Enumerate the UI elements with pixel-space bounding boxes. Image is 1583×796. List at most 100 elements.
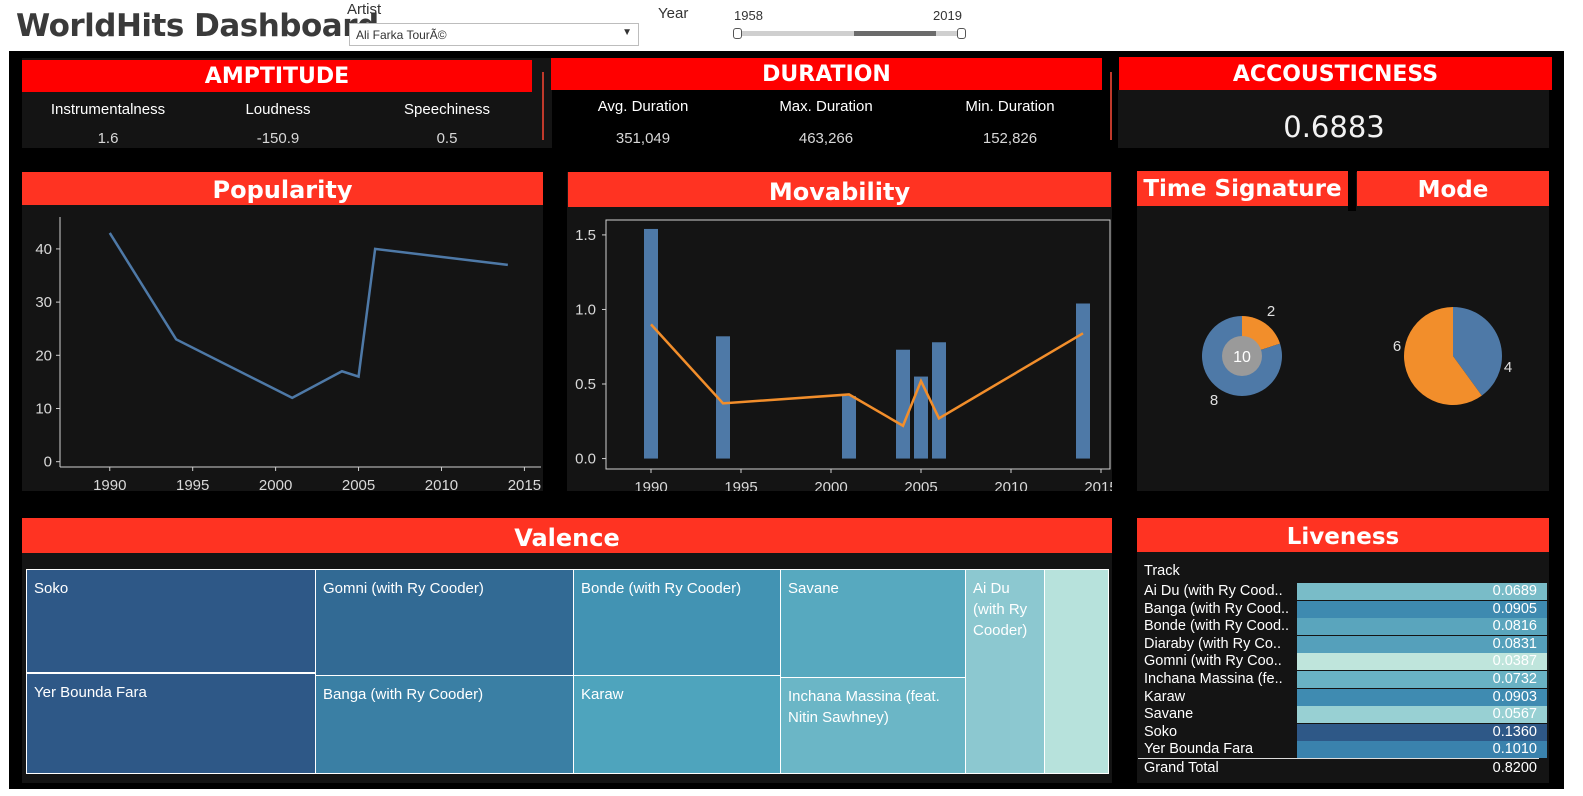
speechiness-label: Speechiness [404,101,490,118]
loudness-label: Loudness [245,101,311,118]
y-tick-label: 1.5 [575,227,596,244]
liveness-row[interactable]: Savane 0.0567 [1140,706,1548,724]
liveness-row[interactable]: Karaw 0.0903 [1140,688,1548,706]
liveness-track-name: Karaw [1144,688,1186,705]
x-tick-label: 2015 [1084,479,1112,491]
y-tick-label: 30 [35,294,52,311]
liveness-value-cell: 0.1010 [1297,741,1547,759]
y-tick-label: 1.0 [575,301,596,318]
duration-divider [1110,72,1112,140]
movability-bar [842,395,856,459]
treemap-cell[interactable]: Savane [780,569,966,678]
liveness-row[interactable]: Bonde (with Ry Cood.. 0.0816 [1140,618,1548,636]
x-tick-label: 1990 [93,477,126,491]
year-slider-min-handle[interactable] [733,28,742,39]
movability-trend-line [650,323,1084,428]
time-signature-slice-label: 8 [1210,392,1218,409]
treemap-cell[interactable]: Soko [26,569,316,673]
liveness-row[interactable]: Ai Du (with Ry Cood.. 0.0689 [1140,583,1548,600]
popularity-line-chart: 0 10 20 30 40 1990 1995 2000 2005 2010 2015 [35,217,541,491]
amptitude-banner: AMPTITUDE [22,60,532,92]
artist-filter-label: Artist [347,1,382,18]
liveness-value-cell: 0.0816 [1297,618,1547,636]
avg-duration-label: Avg. Duration [597,98,689,115]
year-max-label: 2019 [933,8,962,23]
liveness-track-name: Bonde (with Ry Cood.. [1144,618,1290,635]
grand-total-value: 0.8200 [1492,760,1537,776]
liveness-value-cell: 0.0567 [1297,706,1547,724]
treemap-cell[interactable]: Ai Du (with Ry Cooder) [965,569,1045,774]
liveness-value-cell: 0.0387 [1297,653,1547,671]
plot-frame [605,219,1111,470]
liveness-column-header: Track [1144,563,1180,579]
mode-banner: Mode [1357,171,1549,206]
y-tick-label: 20 [35,347,52,364]
treemap-cell[interactable]: Banga (with Ry Cooder) [315,675,574,774]
instrumentalness-value: 1.6 [97,130,119,147]
y-tick-label: 0.0 [575,451,596,468]
chevron-down-icon[interactable]: ▼ [622,27,632,38]
grand-total-divider [1138,758,1539,759]
y-tick-label: 0.5 [575,376,596,393]
liveness-value-cell: 0.0905 [1297,600,1547,618]
liveness-row[interactable]: Banga (with Ry Cood.. 0.0905 [1140,600,1548,618]
movability-bar [644,228,658,459]
liveness-banner: Liveness [1137,518,1549,552]
treemap-cell[interactable]: Inchana Massina (feat. Nitin Sawhney) [780,677,966,774]
treemap-cell[interactable]: Bonde (with Ry Cooder) [573,569,781,676]
loudness-value: -150.9 [256,130,300,147]
x-tick-label: 2000 [814,479,847,491]
min-duration-label: Min. Duration [965,98,1055,115]
time-signature-center-label: 10 [1233,349,1251,366]
year-slider-max-handle[interactable] [957,28,966,39]
treemap-cell[interactable] [1044,569,1109,774]
treemap-cell[interactable]: Karaw [573,675,781,774]
movability-bar [896,349,910,459]
grand-total-row: Grand Total 0.8200 [1140,760,1548,777]
acousticness-banner: ACCOUSTICNESS [1119,57,1552,90]
liveness-row[interactable]: Soko 0.1360 [1140,723,1548,741]
movability-bar [932,342,946,459]
duration-banner: DURATION [551,58,1102,90]
x-tick-label: 2010 [994,479,1027,491]
year-min-label: 1958 [734,8,763,23]
time-mode-pie-charts: 10 2 8 4 6 [1202,303,1512,409]
x-tick-label: 1995 [176,477,209,491]
grand-total-label: Grand Total [1144,760,1219,776]
time-signature-slice-label: 2 [1267,303,1275,320]
liveness-row[interactable]: Yer Bounda Fara 0.1010 [1140,741,1548,759]
x-tick-label: 2005 [342,477,375,491]
max-duration-label: Max. Duration [779,98,873,115]
popularity-series-line [108,232,508,400]
movability-combo-chart: 0.0 0.5 1.0 1.5 1990 1995 2000 2005 2010 2015 [575,219,1112,491]
liveness-track-name: Gomni (with Ry Coo.. [1144,653,1282,670]
artist-dropdown-value: Ali Farka TourÃ© [356,28,447,42]
liveness-row[interactable]: Diaraby (with Ry Co.. 0.0831 [1140,635,1548,653]
amptitude-divider [542,72,544,140]
artist-dropdown[interactable]: Ali Farka TourÃ© ▼ [349,23,639,46]
treemap-cell[interactable]: Gomni (with Ry Cooder) [315,569,574,676]
liveness-value-cell: 0.0831 [1297,635,1547,653]
max-duration-value: 463,266 [798,130,854,147]
liveness-row[interactable]: Gomni (with Ry Coo.. 0.0387 [1140,653,1548,671]
valence-banner: Valence [22,518,1112,553]
avg-duration-value: 351,049 [615,130,671,147]
speechiness-value: 0.5 [436,130,458,147]
x-tick-label: 2015 [508,477,541,491]
year-slider-track[interactable] [736,31,964,36]
valence-treemap: Soko Yer Bounda Fara Gomni (with Ry Cood… [26,569,1109,774]
liveness-row[interactable]: Inchana Massina (fe.. 0.0732 [1140,671,1548,688]
y-tick-label: 40 [35,241,52,258]
liveness-track-name: Savane [1144,706,1194,723]
popularity-banner: Popularity [22,172,543,205]
mode-slice-label: 4 [1504,359,1512,376]
y-tick-label: 0 [44,454,52,471]
min-duration-value: 152,826 [982,130,1038,147]
year-filter-label: Year [658,5,689,22]
dashboard-title: WorldHits Dashboard [16,8,379,44]
x-tick-label: 1995 [724,479,757,491]
liveness-track-name: Diaraby (with Ry Co.. [1144,635,1281,652]
movability-banner: Movability [568,172,1111,207]
x-tick-label: 2005 [904,479,937,491]
treemap-cell[interactable]: Yer Bounda Fara [26,673,316,774]
